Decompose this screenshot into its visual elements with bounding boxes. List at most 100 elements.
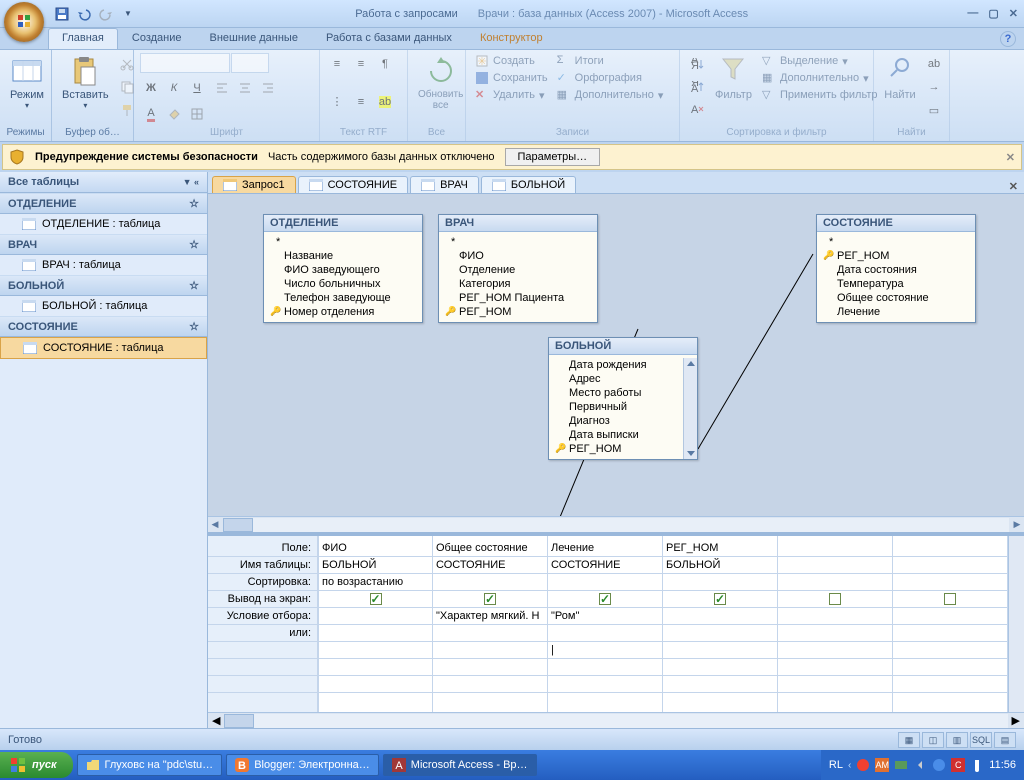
save-record-button[interactable]: Сохранить xyxy=(472,70,551,86)
table-box-vrach[interactable]: ВРАЧ * ФИО Отделение Категория РЕГ_НОМ П… xyxy=(438,214,598,323)
doc-tab-zapros1[interactable]: Запрос1 xyxy=(212,176,296,193)
doc-tab-vrach[interactable]: ВРАЧ xyxy=(410,176,479,193)
start-button[interactable]: пуск xyxy=(0,752,73,778)
indent-right-icon[interactable]: ≡ xyxy=(350,53,372,75)
security-options-button[interactable]: Параметры… xyxy=(505,148,601,166)
show-checkbox[interactable] xyxy=(370,593,382,605)
grid-col-3[interactable]: ЛечениеСОСТОЯНИЕ "Ром"| xyxy=(548,536,663,712)
delete-button[interactable]: ✕Удалить ▾ xyxy=(472,87,551,103)
grid-col-5[interactable] xyxy=(778,536,893,712)
underline-icon[interactable]: Ч xyxy=(186,77,208,99)
select-icon[interactable]: ▭ xyxy=(923,99,945,121)
nav-item-otdelenie[interactable]: ОТДЕЛЕНИЕ : таблица xyxy=(0,214,207,234)
nav-group-bolnoi[interactable]: БОЛЬНОЙ☆ xyxy=(0,275,207,296)
view-chart-icon[interactable]: ▥ xyxy=(946,732,968,748)
totals-button[interactable]: ΣИтоги xyxy=(554,53,667,69)
selection-button[interactable]: ▽Выделение ▾ xyxy=(759,53,881,69)
new-record-button[interactable]: ✳Создать xyxy=(472,53,551,69)
save-icon[interactable] xyxy=(54,6,70,22)
ltr-icon[interactable]: ¶ xyxy=(374,53,396,75)
tray-icon[interactable] xyxy=(856,758,870,772)
advanced-filter-button[interactable]: ▦Дополнительно ▾ xyxy=(759,70,881,86)
fontcolor-icon[interactable]: А xyxy=(140,103,162,125)
table-box-otdelenie[interactable]: ОТДЕЛЕНИЕ * Название ФИО заведующего Чис… xyxy=(263,214,423,323)
grid-col-4[interactable]: РЕГ_НОМБОЛЬНОЙ xyxy=(663,536,778,712)
align-left-icon[interactable] xyxy=(211,77,233,99)
nav-header[interactable]: Все таблицы▼ « xyxy=(0,172,207,193)
view-pivot-icon[interactable]: ◫ xyxy=(922,732,944,748)
align-center-icon[interactable] xyxy=(234,77,256,99)
tray-icon[interactable] xyxy=(970,758,984,772)
grid-col-2[interactable]: Общее состояниеСОСТОЯНИЕ "Характер мягки… xyxy=(433,536,548,712)
indent-left-icon[interactable]: ≡ xyxy=(326,53,348,75)
spelling-button[interactable]: ✓Орфография xyxy=(554,70,667,86)
tray-icon[interactable]: C xyxy=(951,758,965,772)
replace-icon[interactable]: ab xyxy=(923,53,945,75)
grid-col-6[interactable] xyxy=(893,536,1008,712)
filter-button[interactable]: Фильтр xyxy=(711,53,756,103)
tray-icon[interactable] xyxy=(913,758,927,772)
font-combo[interactable] xyxy=(140,53,230,73)
bold-icon[interactable]: Ж xyxy=(140,77,162,99)
refresh-button[interactable]: Обновить все xyxy=(414,53,467,113)
align-right-icon[interactable] xyxy=(257,77,279,99)
task-item-2[interactable]: BBlogger: Электронна… xyxy=(226,754,379,776)
table-box-sostoyanie[interactable]: СОСТОЯНИЕ * 🔑РЕГ_НОМ Дата состояния Темп… xyxy=(816,214,976,323)
help-icon[interactable]: ? xyxy=(1000,31,1016,47)
security-close-icon[interactable]: ✕ xyxy=(1006,151,1015,164)
doc-tab-sostoyanie[interactable]: СОСТОЯНИЕ xyxy=(298,176,409,193)
highlight-icon[interactable]: ab xyxy=(374,91,396,113)
view-button[interactable]: Режим▾ xyxy=(6,53,48,112)
task-item-1[interactable]: Глуховс на "pdc\stu… xyxy=(77,754,223,776)
gridlines-icon[interactable] xyxy=(186,103,208,125)
goto-icon[interactable]: → xyxy=(923,76,945,98)
tray-chevron-icon[interactable]: ‹ xyxy=(848,760,851,771)
minimize-button[interactable]: — xyxy=(967,7,978,20)
nav-group-otdelenie[interactable]: ОТДЕЛЕНИЕ☆ xyxy=(0,193,207,214)
toggle-filter-button[interactable]: ▽Применить фильтр xyxy=(759,87,881,103)
paste-button[interactable]: Вставить▾ xyxy=(58,53,113,112)
view-design-icon[interactable]: ▤ xyxy=(994,732,1016,748)
sort-asc-icon[interactable]: АЯ xyxy=(686,53,708,75)
view-datasheet-icon[interactable]: ▦ xyxy=(898,732,920,748)
fontsize-combo[interactable] xyxy=(231,53,269,73)
office-button[interactable] xyxy=(4,2,44,42)
undo-icon[interactable] xyxy=(76,6,92,22)
more-button[interactable]: ▦Дополнительно ▾ xyxy=(554,87,667,103)
tab-external[interactable]: Внешние данные xyxy=(196,28,312,49)
find-button[interactable]: Найти xyxy=(880,53,920,103)
tray-icon[interactable] xyxy=(932,758,946,772)
nav-item-sostoyanie[interactable]: СОСТОЯНИЕ : таблица xyxy=(0,337,207,359)
show-checkbox[interactable] xyxy=(829,593,841,605)
tab-dbtools[interactable]: Работа с базами данных xyxy=(312,28,466,49)
scrollbar[interactable] xyxy=(683,358,697,459)
redo-icon[interactable] xyxy=(98,6,114,22)
qat-dropdown-icon[interactable]: ▼ xyxy=(120,6,136,22)
tab-designer[interactable]: Конструктор xyxy=(466,28,557,49)
doc-tab-close-icon[interactable]: ✕ xyxy=(1009,180,1018,193)
restore-button[interactable]: ▢ xyxy=(988,7,998,20)
clear-sort-icon[interactable]: А xyxy=(686,99,708,121)
grid-hscrollbar[interactable]: ◀▶ xyxy=(208,712,1024,728)
italic-icon[interactable]: К xyxy=(163,77,185,99)
query-design-diagram[interactable]: ОТДЕЛЕНИЕ * Название ФИО заведующего Чис… xyxy=(208,194,1024,536)
show-checkbox[interactable] xyxy=(599,593,611,605)
show-checkbox[interactable] xyxy=(714,593,726,605)
doc-tab-bolnoi[interactable]: БОЛЬНОЙ xyxy=(481,176,576,193)
sort-desc-icon[interactable]: ЯА xyxy=(686,76,708,98)
nav-group-vrach[interactable]: ВРАЧ☆ xyxy=(0,234,207,255)
diagram-hscrollbar[interactable]: ◀▶ xyxy=(208,516,1024,532)
nav-group-sostoyanie[interactable]: СОСТОЯНИЕ☆ xyxy=(0,316,207,337)
lang-indicator[interactable]: RL xyxy=(829,759,843,771)
tray-icon[interactable]: AM xyxy=(875,758,889,772)
table-box-bolnoi[interactable]: БОЛЬНОЙ Дата рождения Адрес Место работы… xyxy=(548,337,698,460)
show-checkbox[interactable] xyxy=(944,593,956,605)
fillcolor-icon[interactable] xyxy=(163,103,185,125)
show-checkbox[interactable] xyxy=(484,593,496,605)
tray-icon[interactable] xyxy=(894,758,908,772)
numbering-icon[interactable]: ≡ xyxy=(350,91,372,113)
tab-create[interactable]: Создание xyxy=(118,28,196,49)
bullets-icon[interactable]: ⋮ xyxy=(326,91,348,113)
task-item-3[interactable]: AMicrosoft Access - Вр… xyxy=(383,754,537,776)
tab-home[interactable]: Главная xyxy=(48,28,118,49)
